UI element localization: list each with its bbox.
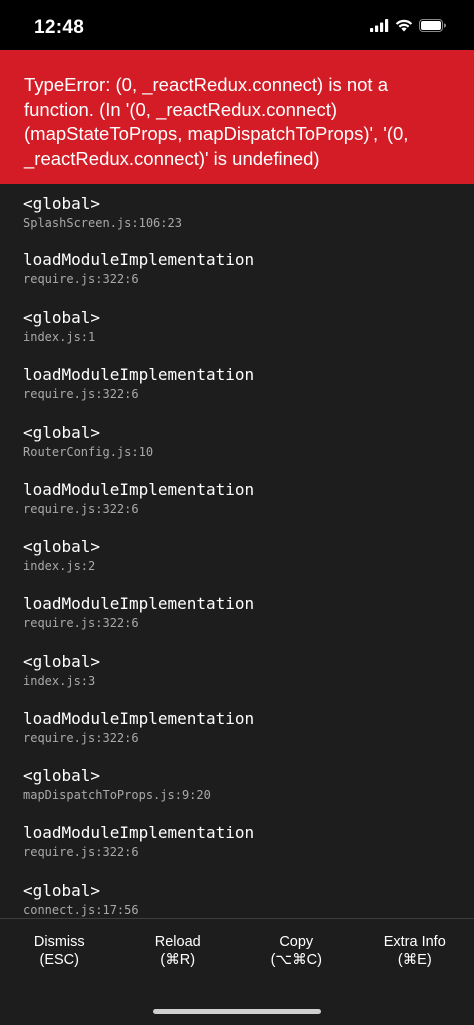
frame-file: index.js:1 bbox=[23, 330, 96, 344]
frame-file: SplashScreen.js:106:23 bbox=[23, 216, 182, 230]
status-bar: 12:48 bbox=[0, 0, 474, 50]
frame-method: <global> bbox=[23, 423, 101, 442]
extra-info-button[interactable]: Extra Info (⌘E) bbox=[356, 933, 474, 995]
frame-file: require.js:322:6 bbox=[23, 272, 139, 286]
stack-frame[interactable]: <global> index.js:2 bbox=[23, 537, 463, 574]
frame-method: <global> bbox=[23, 537, 101, 556]
stack-frame[interactable]: loadModuleImplementation require.js:322:… bbox=[23, 250, 463, 287]
extra-info-button-shortcut: (⌘E) bbox=[397, 952, 432, 968]
footer-buttons: Dismiss (ESC) Reload (⌘R) Copy (⌥⌘C) Ext… bbox=[0, 919, 474, 995]
copy-button-shortcut: (⌥⌘C) bbox=[270, 952, 322, 968]
frame-method: <global> bbox=[23, 194, 101, 213]
battery-icon bbox=[419, 19, 446, 32]
frame-method: loadModuleImplementation bbox=[23, 594, 255, 613]
frame-method: loadModuleImplementation bbox=[23, 709, 255, 728]
stack-frame[interactable]: <global> index.js:1 bbox=[23, 308, 463, 345]
status-time: 12:48 bbox=[34, 17, 85, 38]
stack-frame[interactable]: loadModuleImplementation require.js:322:… bbox=[23, 709, 463, 746]
frame-method: <global> bbox=[23, 652, 101, 671]
stack-trace[interactable]: <global> SplashScreen.js:106:23 loadModu… bbox=[0, 184, 474, 918]
frame-file: index.js:3 bbox=[23, 674, 96, 688]
extra-info-button-label: Extra Info bbox=[383, 934, 446, 950]
frame-file: require.js:322:6 bbox=[23, 502, 139, 516]
stack-frame[interactable]: loadModuleImplementation require.js:322:… bbox=[23, 365, 463, 402]
stack-frame[interactable]: loadModuleImplementation require.js:322:… bbox=[23, 594, 463, 631]
error-message-line: _reactRedux.connect)' is undefined) bbox=[24, 147, 320, 169]
frame-file: require.js:322:6 bbox=[23, 845, 139, 859]
signal-icon bbox=[370, 19, 389, 32]
footer-toolbar: Dismiss (ESC) Reload (⌘R) Copy (⌥⌘C) Ext… bbox=[0, 919, 474, 1025]
home-indicator[interactable] bbox=[153, 1009, 321, 1014]
frame-file: require.js:322:6 bbox=[23, 616, 139, 630]
frame-method: loadModuleImplementation bbox=[23, 480, 255, 499]
stack-frame[interactable]: loadModuleImplementation require.js:322:… bbox=[23, 823, 463, 860]
frame-method: loadModuleImplementation bbox=[23, 823, 255, 842]
frame-file: index.js:2 bbox=[23, 559, 96, 573]
frame-file: require.js:322:6 bbox=[23, 387, 139, 401]
copy-button-label: Copy bbox=[279, 934, 314, 950]
frame-file: RouterConfig.js:10 bbox=[23, 445, 154, 459]
frame-file: mapDispatchToProps.js:9:20 bbox=[23, 788, 211, 802]
error-message: TypeError: (0, _reactRedux.connect) is n… bbox=[24, 73, 450, 171]
reload-button-label: Reload bbox=[154, 934, 201, 950]
frame-file: require.js:322:6 bbox=[23, 731, 139, 745]
frame-method: loadModuleImplementation bbox=[23, 365, 255, 384]
status-icons bbox=[370, 19, 446, 32]
error-header: TypeError: (0, _reactRedux.connect) is n… bbox=[0, 50, 474, 184]
stack-frame[interactable]: <global> SplashScreen.js:106:23 bbox=[23, 194, 463, 231]
dismiss-button-shortcut: (ESC) bbox=[39, 952, 79, 968]
error-message-line: function. (In '(0, _reactRedux.connect) bbox=[24, 98, 338, 120]
frame-method: <global> bbox=[23, 308, 101, 327]
reload-button-shortcut: (⌘R) bbox=[160, 952, 196, 968]
frame-method: <global> bbox=[23, 881, 101, 900]
error-message-line: (mapStateToProps, mapDispatchToProps)', … bbox=[24, 123, 409, 144]
dismiss-button-label: Dismiss bbox=[33, 934, 85, 950]
frame-method: <global> bbox=[23, 766, 101, 785]
frame-file: connect.js:17:56 bbox=[23, 903, 139, 917]
stack-frame[interactable]: <global> mapDispatchToProps.js:9:20 bbox=[23, 766, 463, 803]
stack-frame[interactable]: loadModuleImplementation require.js:322:… bbox=[23, 480, 463, 517]
stack-frame[interactable]: <global> index.js:3 bbox=[23, 652, 463, 689]
stack-frame[interactable]: <global> RouterConfig.js:10 bbox=[23, 423, 463, 460]
copy-button[interactable]: Copy (⌥⌘C) bbox=[237, 933, 356, 995]
dismiss-button[interactable]: Dismiss (ESC) bbox=[0, 933, 119, 995]
frame-method: loadModuleImplementation bbox=[23, 250, 255, 269]
stack-frame[interactable]: <global> connect.js:17:56 bbox=[23, 881, 463, 918]
error-message-line: TypeError: (0, _reactRedux.connect) is n… bbox=[24, 74, 389, 95]
wifi-icon bbox=[395, 19, 413, 32]
reload-button[interactable]: Reload (⌘R) bbox=[119, 933, 238, 995]
